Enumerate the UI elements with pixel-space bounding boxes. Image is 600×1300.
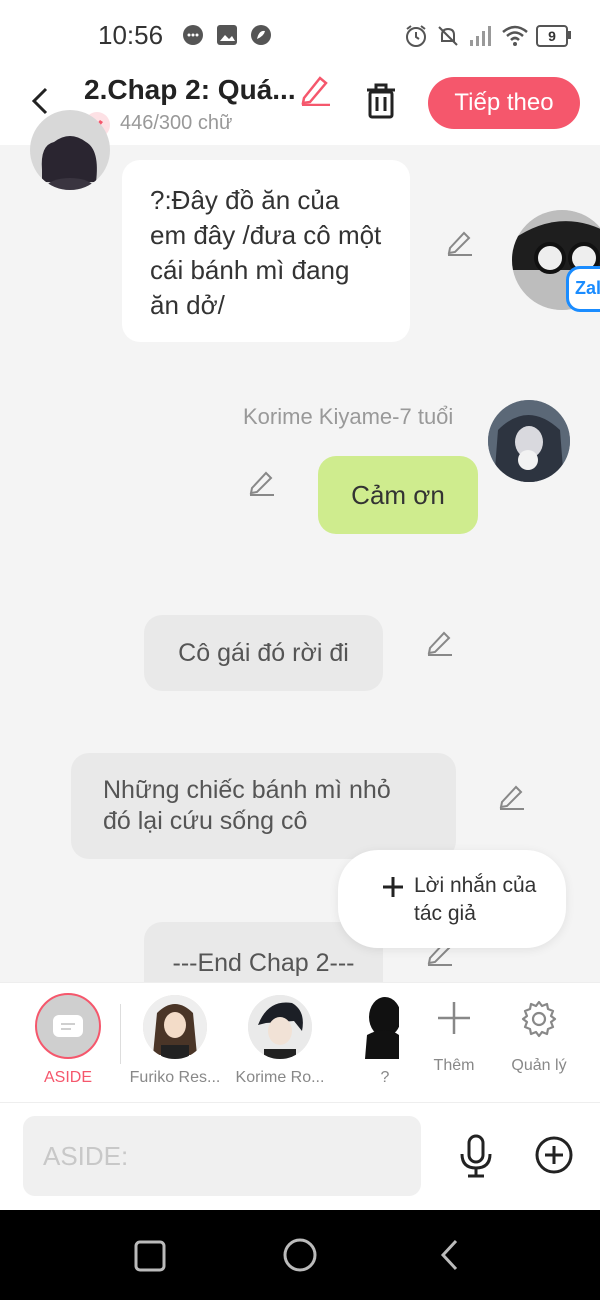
status-time: 10:56 bbox=[98, 20, 164, 50]
character-avatar-icon bbox=[143, 995, 207, 1059]
message-bubble[interactable]: Cảm ơn bbox=[318, 456, 478, 534]
avatar-unknown-character[interactable] bbox=[30, 110, 110, 190]
aside-bubble[interactable]: Cô gái đó rời đi bbox=[144, 615, 383, 691]
silhouette-icon bbox=[41, 136, 97, 190]
add-character-label[interactable]: Thêm bbox=[424, 1057, 484, 1075]
aside-bubble[interactable]: Những chiếc bánh mì nhỏ đó lại cứu sống … bbox=[71, 753, 456, 859]
aside-icon bbox=[53, 1015, 83, 1037]
edit-message-icon[interactable] bbox=[446, 228, 474, 256]
author-note-button[interactable]: Lời nhắn của tác giả bbox=[338, 850, 566, 948]
silhouette-icon bbox=[365, 997, 399, 1059]
word-count: 446/300 chữ bbox=[120, 112, 233, 134]
trash-icon[interactable] bbox=[364, 82, 398, 120]
manage-label[interactable]: Quản lý bbox=[504, 1057, 574, 1075]
edit-message-icon[interactable] bbox=[248, 468, 276, 496]
character-label-unknown: ? bbox=[380, 1069, 390, 1086]
add-attachment-icon[interactable] bbox=[534, 1135, 574, 1175]
aside-character-button[interactable] bbox=[35, 993, 101, 1059]
battery-icon: 9 bbox=[536, 25, 568, 47]
plus-icon bbox=[383, 877, 403, 897]
next-button[interactable]: Tiếp theo bbox=[428, 77, 580, 129]
back-arrow-icon[interactable] bbox=[28, 86, 54, 116]
avatar-korime[interactable] bbox=[488, 400, 570, 482]
character-avatar-icon bbox=[488, 400, 570, 482]
character-label-korime: Korime Ro... bbox=[235, 1069, 325, 1086]
avatar-unknown[interactable] bbox=[355, 995, 399, 1059]
battery-tip bbox=[568, 31, 571, 39]
character-label-aside: ASIDE bbox=[43, 1069, 92, 1086]
character-label-furiko: Furiko Res... bbox=[129, 1069, 221, 1086]
gear-icon[interactable] bbox=[519, 999, 559, 1039]
microphone-icon[interactable] bbox=[458, 1134, 494, 1178]
character-avatar-icon bbox=[248, 995, 312, 1059]
edit-message-icon[interactable] bbox=[426, 628, 454, 656]
mute-icon bbox=[438, 26, 458, 46]
back-nav-icon[interactable] bbox=[438, 1238, 462, 1272]
message-bubble[interactable]: ?:Đây đồ ăn của em đây /đưa cô một cái b… bbox=[122, 160, 410, 342]
alarm-icon bbox=[406, 25, 426, 47]
app-notification-icon bbox=[251, 25, 271, 45]
signal-icon bbox=[470, 26, 491, 46]
edit-title-icon[interactable] bbox=[298, 74, 332, 106]
wifi-icon bbox=[502, 25, 528, 46]
image-icon bbox=[217, 25, 237, 45]
message-input[interactable] bbox=[23, 1116, 421, 1196]
author-note-label: Lời nhắn của tác giả bbox=[414, 874, 537, 925]
home-icon[interactable] bbox=[282, 1237, 318, 1273]
character-name: Korime Kiyame-7 tuổi bbox=[243, 404, 454, 429]
message-icon bbox=[183, 25, 203, 45]
zalo-badge[interactable]: Zal bbox=[566, 266, 600, 312]
divider bbox=[120, 1004, 121, 1064]
recent-apps-icon[interactable] bbox=[134, 1240, 166, 1272]
avatar-korime-ro[interactable] bbox=[248, 995, 312, 1059]
edit-message-icon[interactable] bbox=[498, 782, 526, 810]
avatar-furiko[interactable] bbox=[143, 995, 207, 1059]
add-character-icon[interactable] bbox=[436, 1000, 472, 1036]
chapter-title[interactable]: 2.Chap 2: Quá... bbox=[84, 74, 296, 106]
